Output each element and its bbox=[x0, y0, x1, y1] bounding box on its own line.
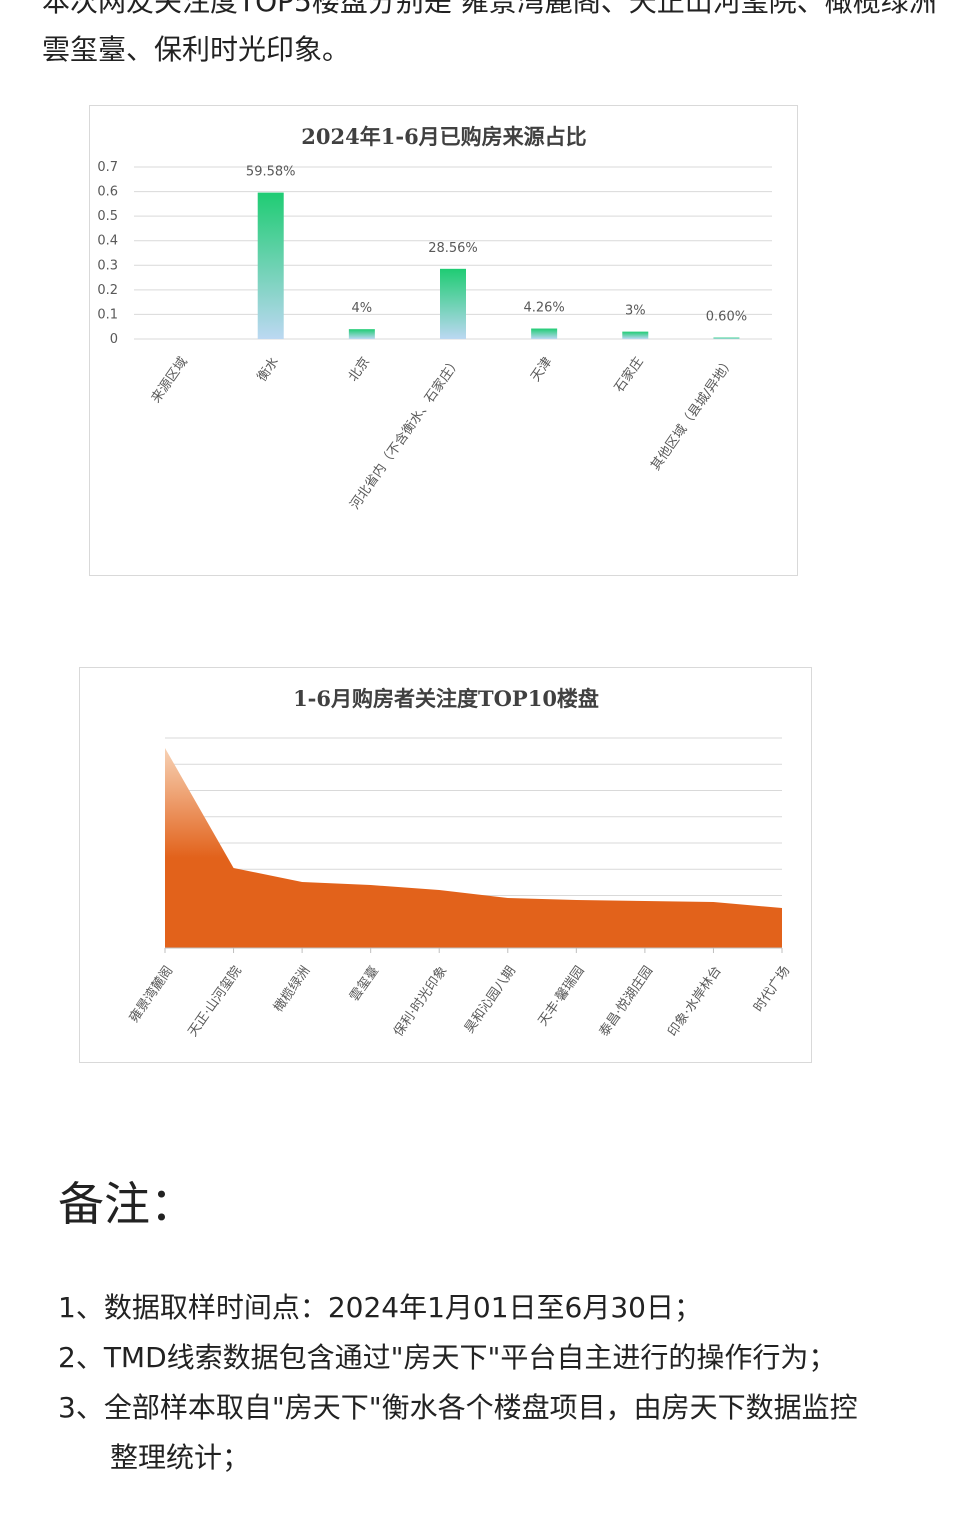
x-tick-label: 天丰·馨瑞园 bbox=[535, 963, 588, 1029]
intro-line-1: 本次网友关注度TOP5楼盘分别是 雍景湾麓阁、天正山河玺院、橄榄绿洲 bbox=[42, 0, 937, 18]
x-tick-label: 其他区域（县城/异地） bbox=[648, 355, 737, 474]
y-tick-label: 0.4 bbox=[97, 234, 118, 249]
x-tick-label: 印象·水岸林台 bbox=[665, 964, 724, 1040]
attention-top10-chart-svg: 1-6月购房者关注度TOP10楼盘 雍景湾麓阁 天正·山河玺院 橄榄绿洲 雲玺臺 保利·… bbox=[126, 686, 793, 1040]
bar bbox=[531, 328, 558, 339]
note-item: 1、数据取样时间点：2024年1月01日至6月30日； bbox=[58, 1291, 702, 1324]
data-label: 4% bbox=[352, 301, 373, 316]
bar bbox=[348, 329, 375, 339]
notes-heading: 备注： bbox=[58, 1177, 196, 1231]
x-tick-label: 来源区域 bbox=[149, 355, 191, 406]
bar bbox=[440, 268, 466, 339]
y-tick-label: 0.1 bbox=[97, 307, 118, 322]
note-item: 2、TMD线索数据包含通过"房天下"平台自主进行的操作行为； bbox=[58, 1341, 837, 1374]
intro-line-2: 雲玺臺、保利时光印象。 bbox=[42, 33, 351, 66]
x-tick-label: 天正·山河玺院 bbox=[185, 964, 244, 1040]
x-tick-label: 昊和沁园八期 bbox=[462, 964, 519, 1037]
note-item-text: 3、全部样本取自"房天下"衡水各个楼盘项目，由房天下数据监控 bbox=[58, 1391, 858, 1424]
notes-list: 1、数据取样时间点：2024年1月01日至6月30日； 2、TMD线索数据包含通… bbox=[58, 1283, 938, 1483]
chart-title: 1-6月购房者关注度TOP10楼盘 bbox=[293, 686, 599, 711]
data-label: 0.60% bbox=[706, 310, 747, 325]
source-share-chart-svg: 2024年1-6月已购房来源占比 00.10.20.30.40.50.60.7 … bbox=[97, 124, 772, 512]
x-tick-label: 雍景湾麓阁 bbox=[126, 963, 176, 1025]
x-tick-label: 雲玺臺 bbox=[347, 964, 382, 1005]
y-tick-label: 0.7 bbox=[97, 160, 118, 175]
x-tick-label: 石家庄 bbox=[611, 354, 646, 395]
bar bbox=[622, 331, 649, 339]
x-tick-label: 衡水 bbox=[255, 355, 282, 385]
data-label: 4.26% bbox=[523, 301, 564, 316]
x-tick-label: 时代广场 bbox=[751, 964, 793, 1015]
y-tick-label: 0 bbox=[110, 332, 118, 347]
x-tick-label: 北京 bbox=[346, 355, 373, 385]
y-tick-label: 0.3 bbox=[97, 258, 118, 273]
chart-title: 2024年1-6月已购房来源占比 bbox=[301, 124, 586, 149]
y-tick-label: 0.2 bbox=[97, 283, 118, 298]
x-tick-label: 橄榄绿洲 bbox=[270, 963, 313, 1015]
x-tick-label: 天津 bbox=[528, 355, 555, 385]
x-tick-label: 保利·时光印象 bbox=[391, 964, 450, 1040]
attention-top10-chart: 1-6月购房者关注度TOP10楼盘 雍景湾麓阁 天正·山河玺院 橄榄绿洲 雲玺臺 保利·… bbox=[79, 667, 812, 1063]
x-tick-label: 泰昌·悦湖庄园 bbox=[596, 963, 656, 1039]
data-label: 59.58% bbox=[246, 165, 296, 180]
area-series bbox=[165, 748, 782, 948]
note-item-continuation: 整理统计； bbox=[110, 1441, 251, 1474]
data-label: 3% bbox=[625, 304, 646, 319]
bar bbox=[713, 337, 740, 339]
y-tick-label: 0.5 bbox=[97, 209, 118, 224]
bar bbox=[257, 192, 284, 339]
note-item: 3、全部样本取自"房天下"衡水各个楼盘项目，由房天下数据监控 整理统计； bbox=[58, 1383, 938, 1483]
source-share-chart: 2024年1-6月已购房来源占比 0 0.1 0.2 0.3 0.4 0.5 0.6 0.7 … bbox=[89, 105, 798, 576]
y-tick-label: 0.6 bbox=[97, 185, 118, 200]
data-label: 28.56% bbox=[428, 241, 478, 256]
intro-text: 本次网友关注度TOP5楼盘分别是 雍景湾麓阁、天正山河玺院、橄榄绿洲 雲玺臺、保… bbox=[42, 0, 960, 74]
x-tick-label: 河北省内（不含衡水、石家庄） bbox=[347, 354, 465, 512]
